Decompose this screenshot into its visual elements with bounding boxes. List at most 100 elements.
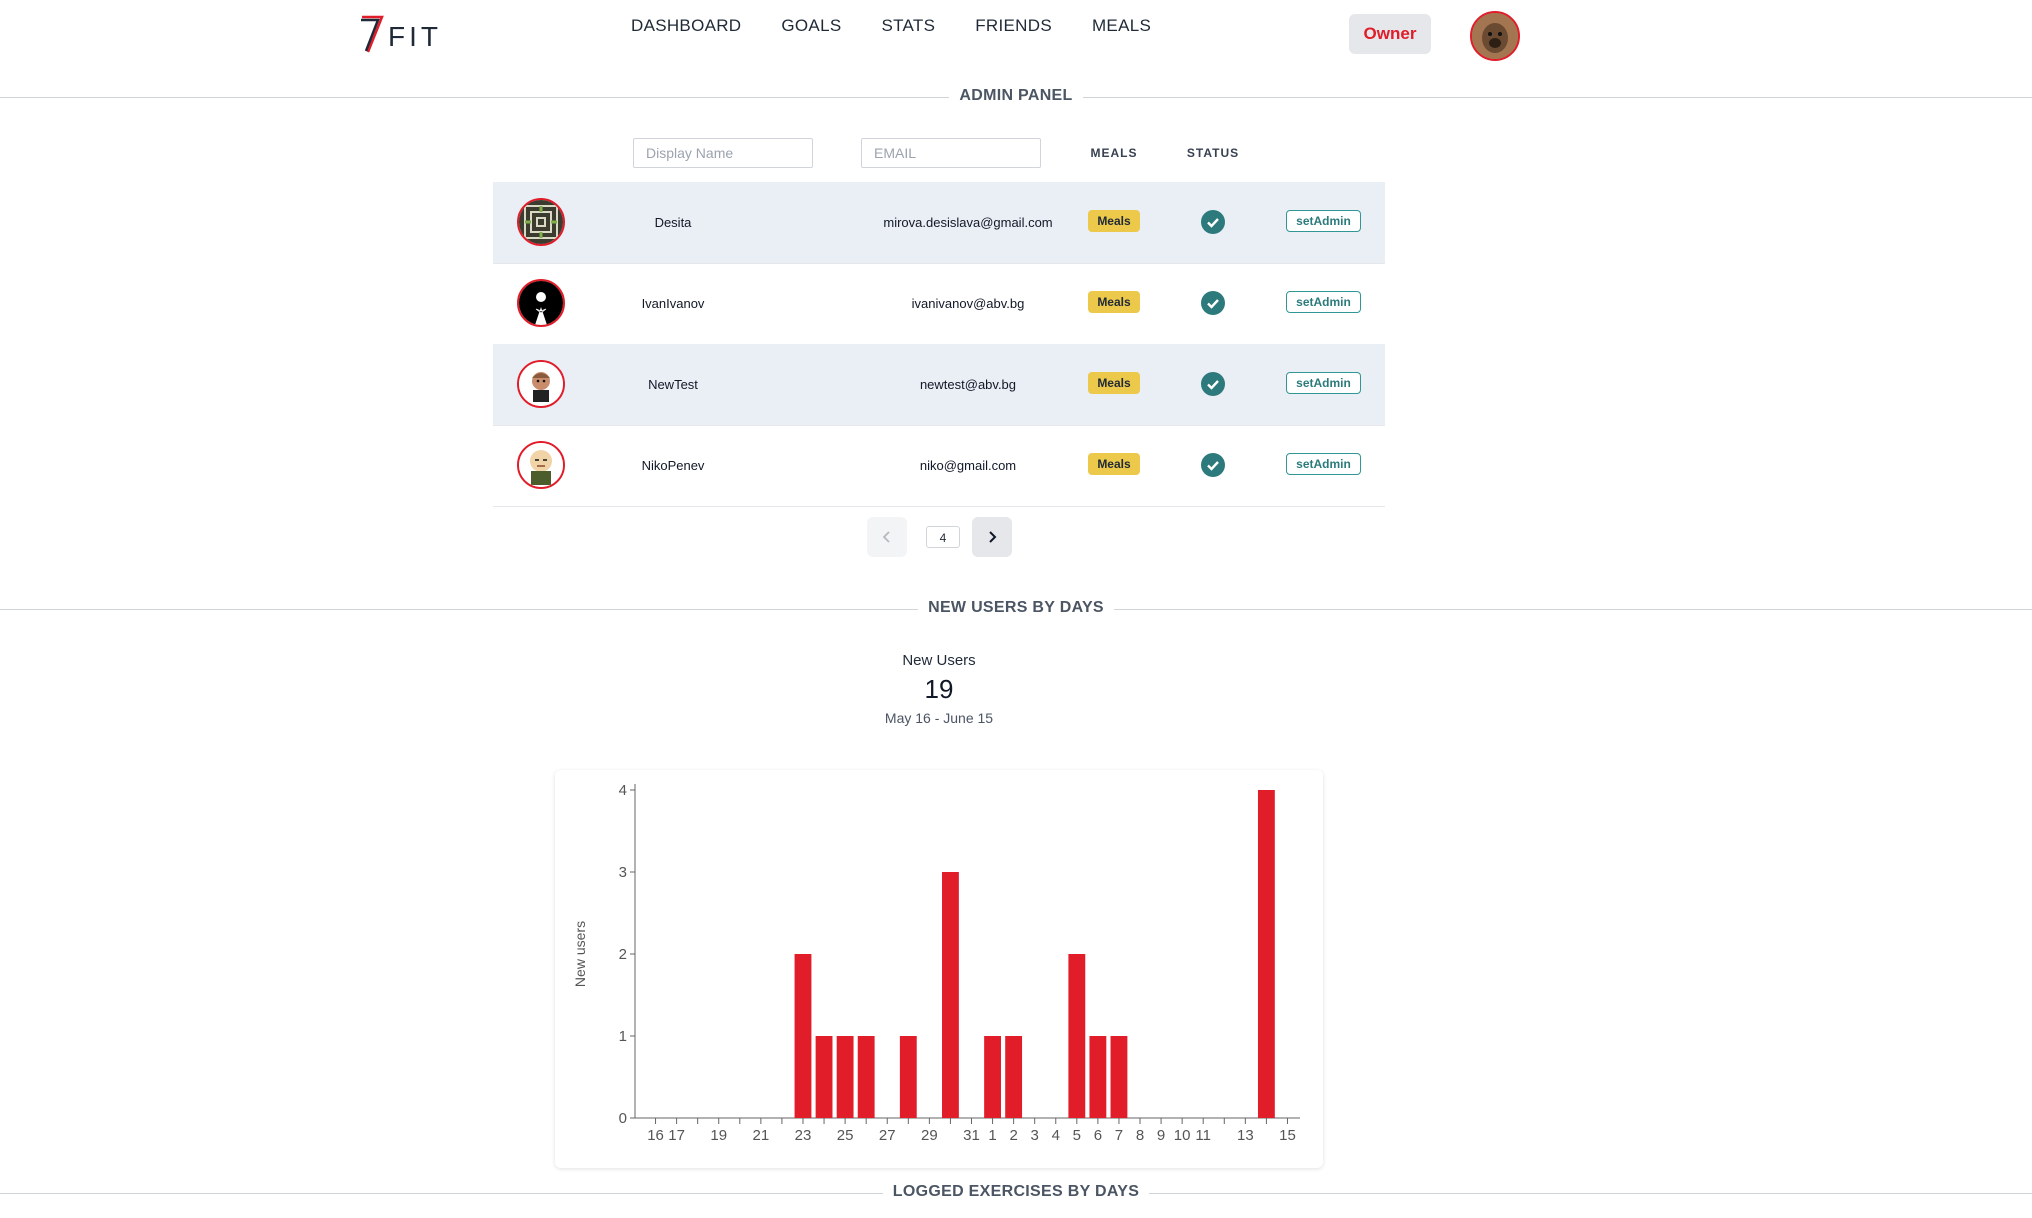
avatar bbox=[517, 279, 565, 327]
x-tick-label: 4 bbox=[1052, 1127, 1060, 1144]
nav-stats[interactable]: STATS bbox=[881, 16, 935, 36]
status-check-icon bbox=[1201, 372, 1225, 396]
meals-badge[interactable]: Meals bbox=[1088, 291, 1140, 313]
chart-bar bbox=[1257, 790, 1275, 1118]
previous-page-button[interactable] bbox=[867, 517, 907, 557]
new-users-stat-range: May 16 - June 15 bbox=[884, 710, 994, 726]
logo-text: FIT bbox=[388, 21, 442, 52]
x-tick-label: 25 bbox=[837, 1127, 854, 1144]
set-admin-button[interactable]: setAdmin bbox=[1286, 372, 1361, 394]
chart-bar bbox=[1005, 1036, 1023, 1118]
avatar bbox=[517, 441, 565, 489]
x-tick-label: 9 bbox=[1157, 1127, 1165, 1144]
x-tick-label: 15 bbox=[1279, 1127, 1296, 1144]
display-name-filter-input[interactable] bbox=[633, 138, 813, 168]
new-users-heading: NEW USERS BY DAYS bbox=[0, 599, 2032, 617]
x-tick-label: 1 bbox=[988, 1127, 996, 1144]
display-name-cell: NikoPenev bbox=[641, 458, 705, 473]
chart-bar bbox=[899, 1036, 917, 1118]
x-tick-label: 27 bbox=[879, 1127, 896, 1144]
x-tick-label: 21 bbox=[753, 1127, 770, 1144]
chevron-right-icon bbox=[989, 531, 997, 543]
email-cell: niko@gmail.com bbox=[919, 458, 1017, 473]
meals-badge[interactable]: Meals bbox=[1088, 372, 1140, 394]
seven-logo-icon bbox=[361, 15, 384, 53]
nav-goals[interactable]: GOALS bbox=[781, 16, 841, 36]
chevron-left-icon bbox=[882, 531, 890, 543]
maze-avatar-icon bbox=[519, 200, 563, 244]
set-admin-button[interactable]: setAdmin bbox=[1286, 291, 1361, 313]
x-tick-label: 19 bbox=[710, 1127, 727, 1144]
display-name-cell: NewTest bbox=[648, 377, 698, 392]
new-users-stat-label: New Users bbox=[902, 652, 976, 669]
x-tick-label: 29 bbox=[921, 1127, 938, 1144]
email-cell: mirova.desislava@gmail.com bbox=[883, 215, 1053, 230]
status-column-header: STATUS bbox=[1186, 146, 1240, 160]
next-page-button[interactable] bbox=[972, 517, 1012, 557]
email-cell: ivanivanov@abv.bg bbox=[911, 296, 1025, 311]
new-users-title: NEW USERS BY DAYS bbox=[918, 599, 1114, 616]
x-tick-label: 16 bbox=[647, 1127, 664, 1144]
chart-bar bbox=[984, 1036, 1001, 1118]
x-tick-label: 5 bbox=[1073, 1127, 1081, 1144]
status-check-icon bbox=[1201, 453, 1225, 477]
y-tick-label: 2 bbox=[619, 946, 627, 963]
main-nav: DASHBOARD GOALS STATS FRIENDS MEALS bbox=[631, 16, 1151, 36]
display-name-cell: Desita bbox=[654, 215, 692, 230]
table-row: NewTest newtest@abv.bg Meals setAdmin bbox=[493, 344, 1385, 426]
app-logo[interactable]: FIT bbox=[360, 14, 442, 54]
x-tick-label: 3 bbox=[1031, 1127, 1039, 1144]
chart-bar bbox=[1089, 1036, 1107, 1118]
x-tick-label: 11 bbox=[1195, 1127, 1211, 1144]
chart-bar bbox=[942, 872, 959, 1118]
logged-exercises-title: LOGGED EXERCISES BY DAYS bbox=[882, 1183, 1150, 1200]
tuxedo-avatar-icon bbox=[519, 281, 563, 325]
status-check-icon bbox=[1201, 210, 1225, 234]
email-filter-input[interactable] bbox=[861, 138, 1041, 168]
page-count: 4 bbox=[926, 526, 960, 548]
meals-badge[interactable]: Meals bbox=[1088, 210, 1140, 232]
dog-avatar-icon bbox=[1472, 13, 1518, 59]
nav-dashboard[interactable]: DASHBOARD bbox=[631, 16, 741, 36]
x-tick-label: 13 bbox=[1237, 1127, 1254, 1144]
chart-bar bbox=[815, 1036, 833, 1118]
x-tick-label: 2 bbox=[1009, 1127, 1017, 1144]
y-tick-label: 4 bbox=[619, 782, 627, 799]
chart-bar bbox=[794, 954, 812, 1118]
x-tick-label: 17 bbox=[668, 1127, 685, 1144]
status-check-icon bbox=[1201, 291, 1225, 315]
chart-bar bbox=[1110, 1036, 1128, 1118]
chart-bar bbox=[836, 1036, 854, 1118]
cartoon-boy-avatar-icon bbox=[519, 362, 563, 406]
y-tick-label: 3 bbox=[619, 864, 627, 881]
table-row: Desita mirova.desislava@gmail.com Meals … bbox=[493, 182, 1385, 264]
chart-bar bbox=[857, 1036, 875, 1118]
display-name-cell: IvanIvanov bbox=[641, 296, 705, 311]
nav-meals[interactable]: MEALS bbox=[1092, 16, 1151, 36]
cartoon-man-avatar-icon bbox=[519, 443, 563, 487]
table-row: NikoPenev niko@gmail.com Meals setAdmin bbox=[493, 425, 1385, 507]
x-tick-label: 23 bbox=[795, 1127, 812, 1144]
new-users-bar-chart: 01234New users16 17 19 21 23 25 27 29 31 1 2 3 4 5 6 7 8… bbox=[572, 782, 1300, 1144]
new-users-stat-value: 19 bbox=[924, 674, 954, 704]
avatar bbox=[517, 198, 565, 246]
meals-column-header: MEALS bbox=[1090, 146, 1138, 160]
admin-panel-heading: ADMIN PANEL bbox=[0, 87, 2032, 105]
chart-bar bbox=[1068, 954, 1086, 1118]
y-tick-label: 0 bbox=[619, 1110, 627, 1127]
nav-friends[interactable]: FRIENDS bbox=[975, 16, 1052, 36]
owner-button[interactable]: Owner bbox=[1349, 14, 1431, 54]
x-tick-label: 6 bbox=[1094, 1127, 1102, 1144]
x-tick-label: 10 bbox=[1174, 1127, 1191, 1144]
user-avatar[interactable] bbox=[1470, 11, 1520, 61]
meals-badge[interactable]: Meals bbox=[1088, 453, 1140, 475]
admin-panel-title: ADMIN PANEL bbox=[949, 87, 1083, 104]
set-admin-button[interactable]: setAdmin bbox=[1286, 453, 1361, 475]
email-cell: newtest@abv.bg bbox=[919, 377, 1017, 392]
set-admin-button[interactable]: setAdmin bbox=[1286, 210, 1361, 232]
new-users-chart-card: 0 1 2 3 4 New users 16 17 19 21 23 25 27 29 31 1 2 3 4 5 6 7 8… bbox=[555, 770, 1323, 1168]
x-tick-label: 31 bbox=[963, 1127, 980, 1144]
avatar bbox=[517, 360, 565, 408]
logged-exercises-heading: LOGGED EXERCISES BY DAYS bbox=[0, 1183, 2032, 1201]
y-axis-label: New users bbox=[572, 921, 588, 987]
